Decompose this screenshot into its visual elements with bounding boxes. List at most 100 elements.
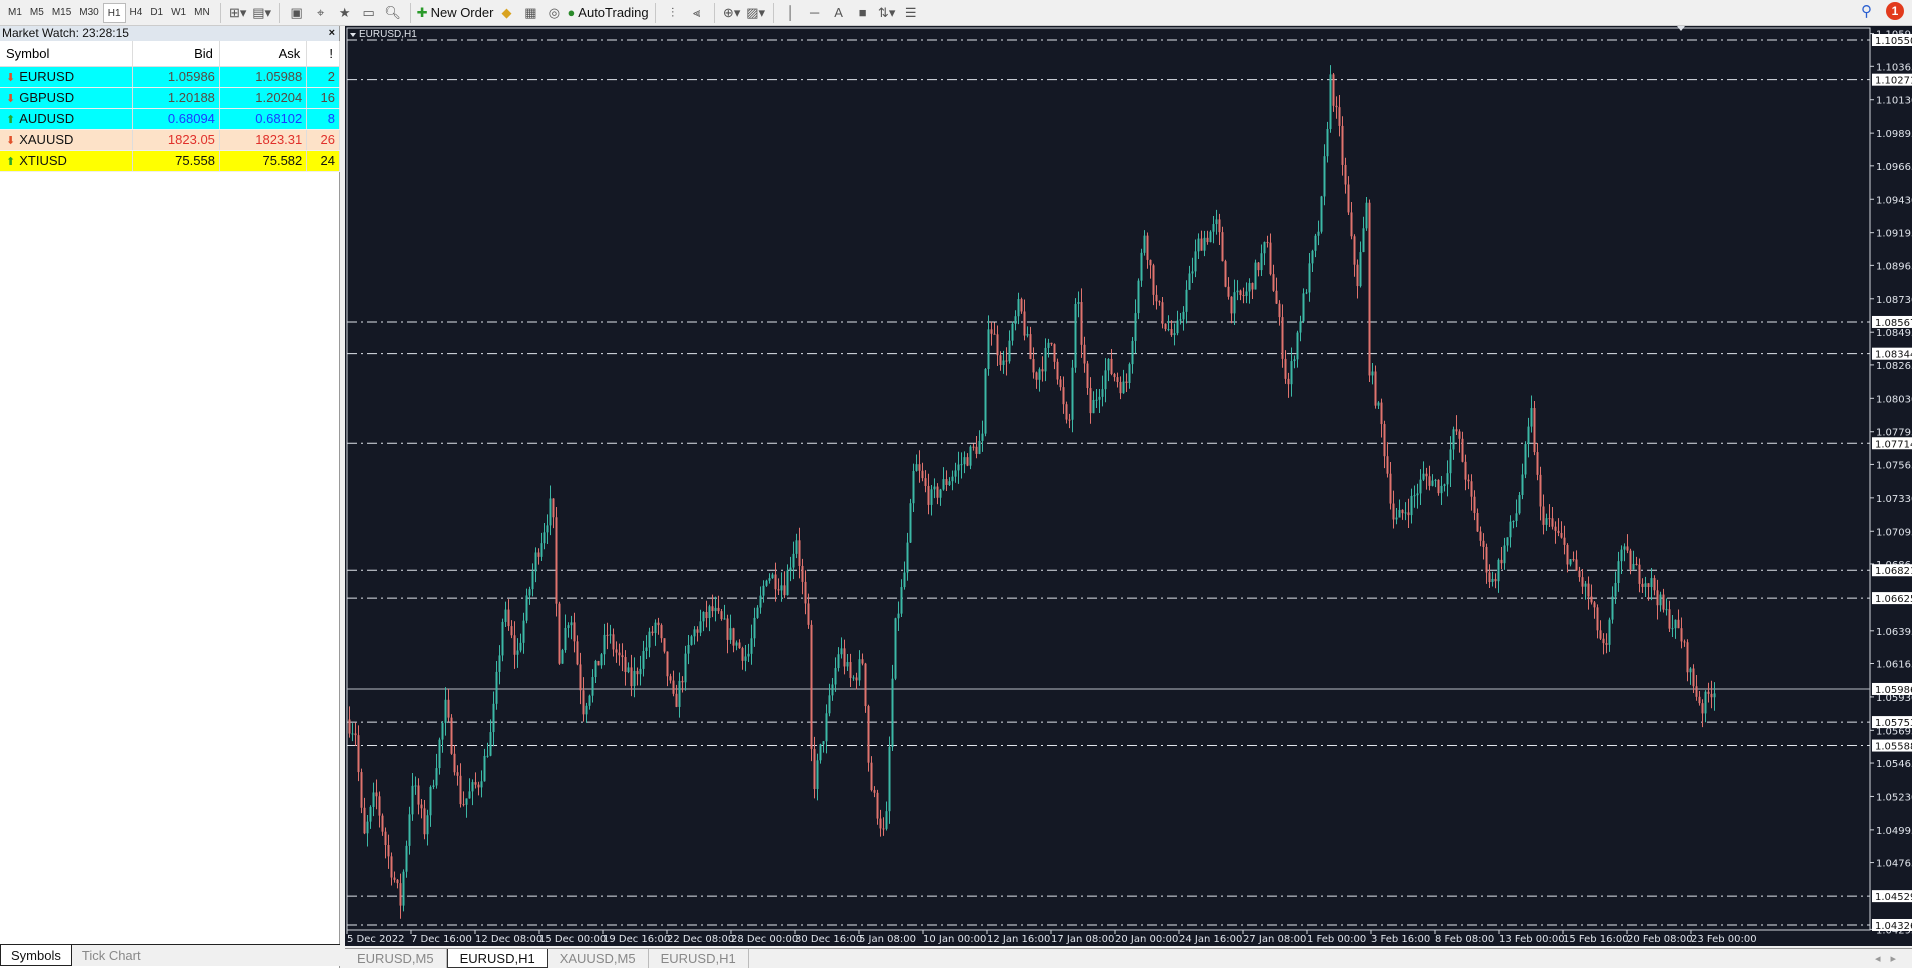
chart-tabs: EURUSD,M5 EURUSD,H1 XAUUSD,M5 EURUSD,H1 … (345, 948, 1912, 968)
tab-scroll-arrows[interactable]: ◂▸ (1875, 952, 1906, 965)
candle-body (1173, 333, 1176, 336)
profiles-button[interactable]: ▤▾ (251, 3, 273, 23)
timeframe-d1[interactable]: D1 (146, 3, 167, 23)
notification-badge[interactable]: 1 (1886, 2, 1904, 20)
time-tick-label: 12 Dec 08:00 (475, 934, 542, 945)
candle-body (1626, 546, 1629, 551)
candle-body (561, 650, 564, 664)
candle-body (900, 587, 903, 614)
candle-body (795, 540, 798, 554)
chart-tab[interactable]: EURUSD,M5 (345, 949, 447, 968)
new-order-button[interactable]: ✚ New Order (417, 3, 494, 23)
candle-body (1692, 668, 1695, 687)
text-icon[interactable]: A (828, 3, 850, 23)
candle (663, 638, 666, 654)
candle-body (1260, 253, 1263, 271)
chart-tab-active[interactable]: EURUSD,H1 (446, 949, 548, 968)
navigator-icon[interactable]: ★ (334, 3, 356, 23)
timeframe-mn[interactable]: MN (190, 3, 214, 23)
candle-body (405, 845, 408, 872)
price-chart[interactable]: EURUSD,H11.105951.103651.101301.098951.0… (345, 26, 1912, 946)
timeframe-h4[interactable]: H4 (126, 3, 147, 23)
column-header-ask[interactable]: Ask (219, 41, 308, 67)
chart-shift-icon[interactable]: ⫶ (662, 3, 684, 23)
tab-symbols[interactable]: Symbols (0, 945, 72, 966)
candle-body (1011, 323, 1014, 341)
new-chart-button[interactable]: ⊞▾ (227, 3, 249, 23)
column-header-bid[interactable]: Bid (132, 41, 220, 67)
ask-cell: 1.20204 (219, 87, 308, 109)
price-tick-label: 1.07795 (1876, 428, 1912, 439)
candle (1329, 65, 1332, 133)
market-watch-row[interactable]: ⬆ AUDUSD 0.68094 0.68102 8 (0, 108, 340, 130)
tab-tick-chart[interactable]: Tick Chart (72, 945, 151, 966)
horizontal-line-icon[interactable]: ─ (804, 3, 826, 23)
price-tick-label: 1.07330 (1876, 494, 1912, 505)
candle-body (609, 634, 612, 636)
candle-body (891, 678, 894, 747)
candle-body (591, 677, 594, 696)
autotrading-button[interactable]: ● AutoTrading (567, 3, 648, 23)
market-watch-row[interactable]: ⬆ XTIUSD 75.558 75.582 24 (0, 150, 340, 172)
timeframe-w1[interactable]: W1 (167, 3, 190, 23)
candle-body (633, 670, 636, 687)
candle-body (492, 703, 495, 733)
autoscroll-icon[interactable]: ⫷ (686, 3, 708, 23)
market-watch-row[interactable]: ⬇ EURUSD 1.05986 1.05988 2 (0, 66, 340, 88)
candle-body (780, 585, 783, 591)
candle-body (510, 626, 513, 636)
price-tick-label: 1.07095 (1876, 527, 1912, 538)
timeframe-m30[interactable]: M30 (75, 3, 102, 23)
search-icon[interactable]: ⚲ (1861, 2, 1872, 20)
candle-body (390, 856, 393, 878)
candle-body (1668, 609, 1671, 629)
candle-body (855, 677, 858, 681)
candle-body (1656, 590, 1659, 606)
timeframe-m5[interactable]: M5 (26, 3, 48, 23)
indicators-button[interactable]: ⊕▾ (721, 3, 743, 23)
timeframe-m15[interactable]: M15 (48, 3, 75, 23)
label-icon[interactable]: ■ (852, 3, 874, 23)
candle-body (714, 607, 717, 612)
candle-body (1203, 237, 1206, 251)
signals-icon[interactable]: ▦ (519, 3, 541, 23)
candle-body (966, 457, 969, 466)
candle-body (1596, 607, 1599, 631)
crosshair-icon[interactable]: ⌖ (310, 3, 332, 23)
timeframe-h1[interactable]: H1 (102, 2, 126, 23)
fibonacci-icon[interactable]: ☰ (900, 3, 922, 23)
terminal-icon[interactable]: ▭ (358, 3, 380, 23)
metaeditor-icon[interactable]: ◆ (495, 3, 517, 23)
candle (864, 662, 867, 713)
chart-canvas[interactable]: EURUSD,H11.105951.103651.101301.098951.0… (345, 26, 1912, 946)
candle-body (1401, 509, 1404, 514)
market-watch-row[interactable]: ⬇ XAUUSD 1823.05 1823.31 26 (0, 129, 340, 151)
candle-body (1509, 521, 1512, 538)
market-watch-row[interactable]: ⬇ GBPUSD 1.20188 1.20204 16 (0, 87, 340, 109)
candle-body (1557, 530, 1560, 533)
candle-body (687, 644, 690, 654)
close-icon[interactable]: × (329, 26, 335, 41)
candle-body (354, 733, 357, 736)
candle-body (474, 782, 477, 785)
templates-button[interactable]: ▨▾ (745, 3, 767, 23)
market-watch-icon[interactable]: ▣ (286, 3, 308, 23)
chart-tab[interactable]: XAUUSD,M5 (548, 949, 649, 968)
arrows-icon[interactable]: ⇅▾ (876, 3, 898, 23)
market-icon[interactable]: ◎ (543, 3, 565, 23)
candle (1524, 441, 1527, 479)
candle-body (1614, 582, 1617, 597)
chart-tab[interactable]: EURUSD,H1 (649, 949, 749, 968)
vertical-line-icon[interactable]: │ (780, 3, 802, 23)
separator (219, 2, 221, 23)
column-header-symbol[interactable]: Symbol (0, 41, 133, 67)
candle-body (1254, 262, 1257, 290)
column-header-spread[interactable]: ! (306, 41, 340, 67)
timeframe-m1[interactable]: M1 (4, 3, 26, 23)
candle-body (1695, 686, 1698, 697)
strategy-tester-icon[interactable]: 🔍︎ (382, 3, 404, 23)
candle (810, 620, 813, 762)
candle-body (765, 580, 768, 586)
candle-body (1185, 289, 1188, 312)
time-tick-label: 30 Dec 16:00 (795, 934, 862, 945)
